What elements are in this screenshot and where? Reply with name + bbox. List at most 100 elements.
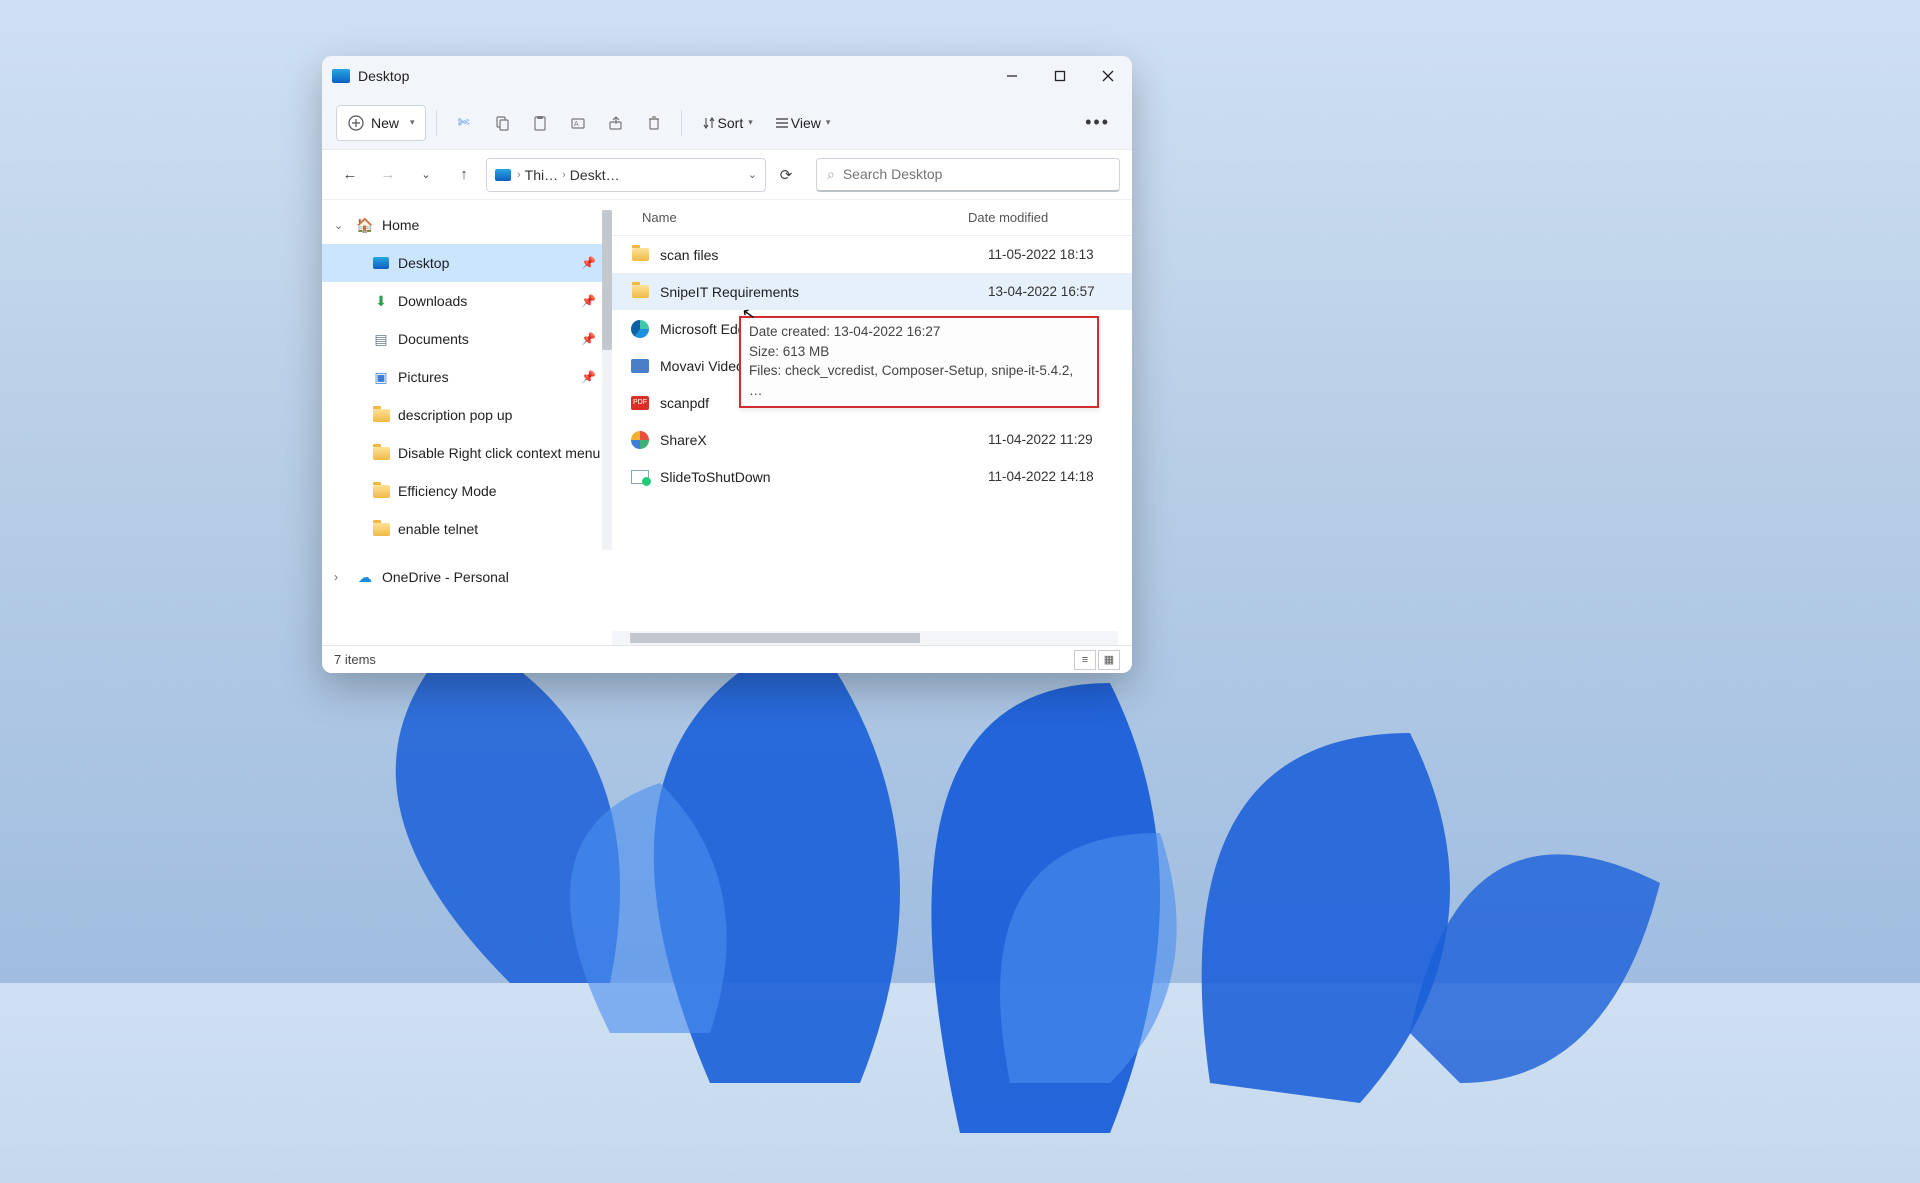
navbar: ← → ⌄ ↑ › Thi… › Deskt… ⌄ ⟳ ⌕ bbox=[322, 150, 1132, 200]
folder-icon bbox=[630, 245, 650, 265]
file-row[interactable]: SnipeIT Requirements 13-04-2022 16:57 bbox=[612, 273, 1132, 310]
minimize-button[interactable] bbox=[988, 56, 1036, 96]
pin-icon[interactable]: 📌 bbox=[581, 332, 596, 346]
minimize-icon bbox=[1006, 70, 1018, 82]
forward-button[interactable]: → bbox=[372, 159, 404, 191]
folder-icon bbox=[372, 444, 390, 462]
h-scrollbar-thumb[interactable] bbox=[630, 633, 920, 643]
sidebar-item-folder[interactable]: enable telnet bbox=[322, 510, 612, 548]
sidebar-item-folder[interactable]: Efficiency Mode bbox=[322, 472, 612, 510]
sidebar-item-desktop[interactable]: Desktop 📌 bbox=[322, 244, 612, 282]
cut-button[interactable]: ✄ bbox=[447, 105, 481, 141]
desktop-icon bbox=[372, 254, 390, 272]
tooltip-line: Files: check_vcredist, Composer-Setup, s… bbox=[749, 361, 1089, 400]
folder-icon bbox=[630, 282, 650, 302]
pin-icon[interactable]: 📌 bbox=[581, 294, 596, 308]
sharex-icon bbox=[630, 430, 650, 450]
nav-pane: 🏠 Home Desktop 📌 ⬇ Downloads 📌 ▤ Documen… bbox=[322, 200, 612, 645]
chevron-down-icon[interactable]: ⌄ bbox=[748, 168, 757, 181]
sort-button[interactable]: Sort bbox=[692, 105, 761, 141]
shutdown-icon bbox=[630, 467, 650, 487]
search-box[interactable]: ⌕ bbox=[816, 158, 1120, 192]
arrow-left-icon: ← bbox=[343, 166, 358, 183]
breadcrumb-seg[interactable]: Thi… bbox=[525, 167, 558, 183]
view-button[interactable]: View bbox=[765, 105, 839, 141]
column-name[interactable]: Name bbox=[642, 210, 968, 225]
chevron-down-icon: ⌄ bbox=[421, 168, 430, 181]
folder-icon bbox=[372, 406, 390, 424]
up-button[interactable]: ↑ bbox=[448, 159, 480, 191]
tooltip-line: Size: 613 MB bbox=[749, 342, 1089, 362]
cloud-icon: ☁ bbox=[356, 568, 374, 586]
maximize-button[interactable] bbox=[1036, 56, 1084, 96]
refresh-button[interactable]: ⟳ bbox=[770, 159, 802, 191]
tooltip-line: Date created: 13-04-2022 16:27 bbox=[749, 322, 1089, 342]
sort-icon bbox=[700, 114, 718, 132]
column-date[interactable]: Date modified bbox=[968, 210, 1132, 225]
close-icon bbox=[1102, 70, 1114, 82]
pin-icon[interactable]: 📌 bbox=[581, 256, 596, 270]
search-input[interactable] bbox=[843, 166, 1109, 182]
trash-icon bbox=[645, 114, 663, 132]
sidebar-item-home[interactable]: 🏠 Home bbox=[322, 206, 612, 244]
copy-icon bbox=[493, 114, 511, 132]
edge-icon bbox=[630, 319, 650, 339]
arrow-right-icon: → bbox=[381, 166, 396, 183]
item-count: 7 items bbox=[334, 652, 376, 667]
scissors-icon: ✄ bbox=[455, 114, 473, 132]
paste-button[interactable] bbox=[523, 105, 557, 141]
file-explorer-window: Desktop New ✄ A Sor bbox=[322, 56, 1132, 673]
chevron-right-icon: › bbox=[562, 169, 566, 181]
breadcrumb-seg[interactable]: Deskt… bbox=[570, 167, 620, 183]
download-icon: ⬇ bbox=[372, 292, 390, 310]
document-icon: ▤ bbox=[372, 330, 390, 348]
view-icon bbox=[773, 114, 791, 132]
sidebar-item-pictures[interactable]: ▣ Pictures 📌 bbox=[322, 358, 612, 396]
separator bbox=[681, 110, 682, 136]
info-tooltip: Date created: 13-04-2022 16:27 Size: 613… bbox=[739, 316, 1099, 408]
rename-icon: A bbox=[569, 114, 587, 132]
details-view-button[interactable]: ≡ bbox=[1074, 650, 1096, 670]
plus-icon bbox=[347, 114, 365, 132]
close-button[interactable] bbox=[1084, 56, 1132, 96]
location-icon bbox=[495, 169, 511, 181]
window-title: Desktop bbox=[358, 68, 988, 84]
chevron-right-icon: › bbox=[517, 169, 521, 181]
grid-icon: ▦ bbox=[1104, 653, 1114, 666]
file-row[interactable]: scan files 11-05-2022 18:13 bbox=[612, 236, 1132, 273]
copy-button[interactable] bbox=[485, 105, 519, 141]
sidebar-item-downloads[interactable]: ⬇ Downloads 📌 bbox=[322, 282, 612, 320]
delete-button[interactable] bbox=[637, 105, 671, 141]
new-button[interactable]: New bbox=[336, 105, 426, 141]
maximize-icon bbox=[1054, 70, 1066, 82]
folder-icon bbox=[372, 520, 390, 538]
file-row[interactable]: SlideToShutDown 11-04-2022 14:18 bbox=[612, 458, 1132, 495]
svg-text:A: A bbox=[574, 121, 579, 128]
column-headers: ⌃ Name Date modified bbox=[612, 200, 1132, 236]
arrow-up-icon: ↑ bbox=[460, 166, 468, 183]
rename-button[interactable]: A bbox=[561, 105, 595, 141]
list-icon: ≡ bbox=[1082, 654, 1088, 666]
scrollbar-thumb[interactable] bbox=[602, 210, 612, 350]
sidebar-item-folder[interactable]: description pop up bbox=[322, 396, 612, 434]
share-button[interactable] bbox=[599, 105, 633, 141]
sidebar-item-documents[interactable]: ▤ Documents 📌 bbox=[322, 320, 612, 358]
status-bar: 7 items ≡ ▦ bbox=[322, 645, 1132, 673]
sidebar-item-folder[interactable]: Disable Right click context menu bbox=[322, 434, 612, 472]
sidebar-item-onedrive[interactable]: ☁ OneDrive - Personal bbox=[322, 558, 612, 596]
more-button[interactable]: ••• bbox=[1077, 105, 1118, 141]
address-bar[interactable]: › Thi… › Deskt… ⌄ bbox=[486, 158, 766, 192]
titlebar[interactable]: Desktop bbox=[322, 56, 1132, 96]
recent-button[interactable]: ⌄ bbox=[410, 159, 442, 191]
search-icon: ⌕ bbox=[827, 166, 835, 183]
app-icon bbox=[332, 69, 350, 83]
tiles-view-button[interactable]: ▦ bbox=[1098, 650, 1120, 670]
file-row[interactable]: ShareX 11-04-2022 11:29 bbox=[612, 421, 1132, 458]
picture-icon: ▣ bbox=[372, 368, 390, 386]
file-list: ⌃ Name Date modified scan files 11-05-20… bbox=[612, 200, 1132, 645]
video-icon bbox=[630, 356, 650, 376]
sort-indicator-icon: ⌃ bbox=[772, 200, 780, 201]
separator bbox=[436, 110, 437, 136]
back-button[interactable]: ← bbox=[334, 159, 366, 191]
pin-icon[interactable]: 📌 bbox=[581, 370, 596, 384]
